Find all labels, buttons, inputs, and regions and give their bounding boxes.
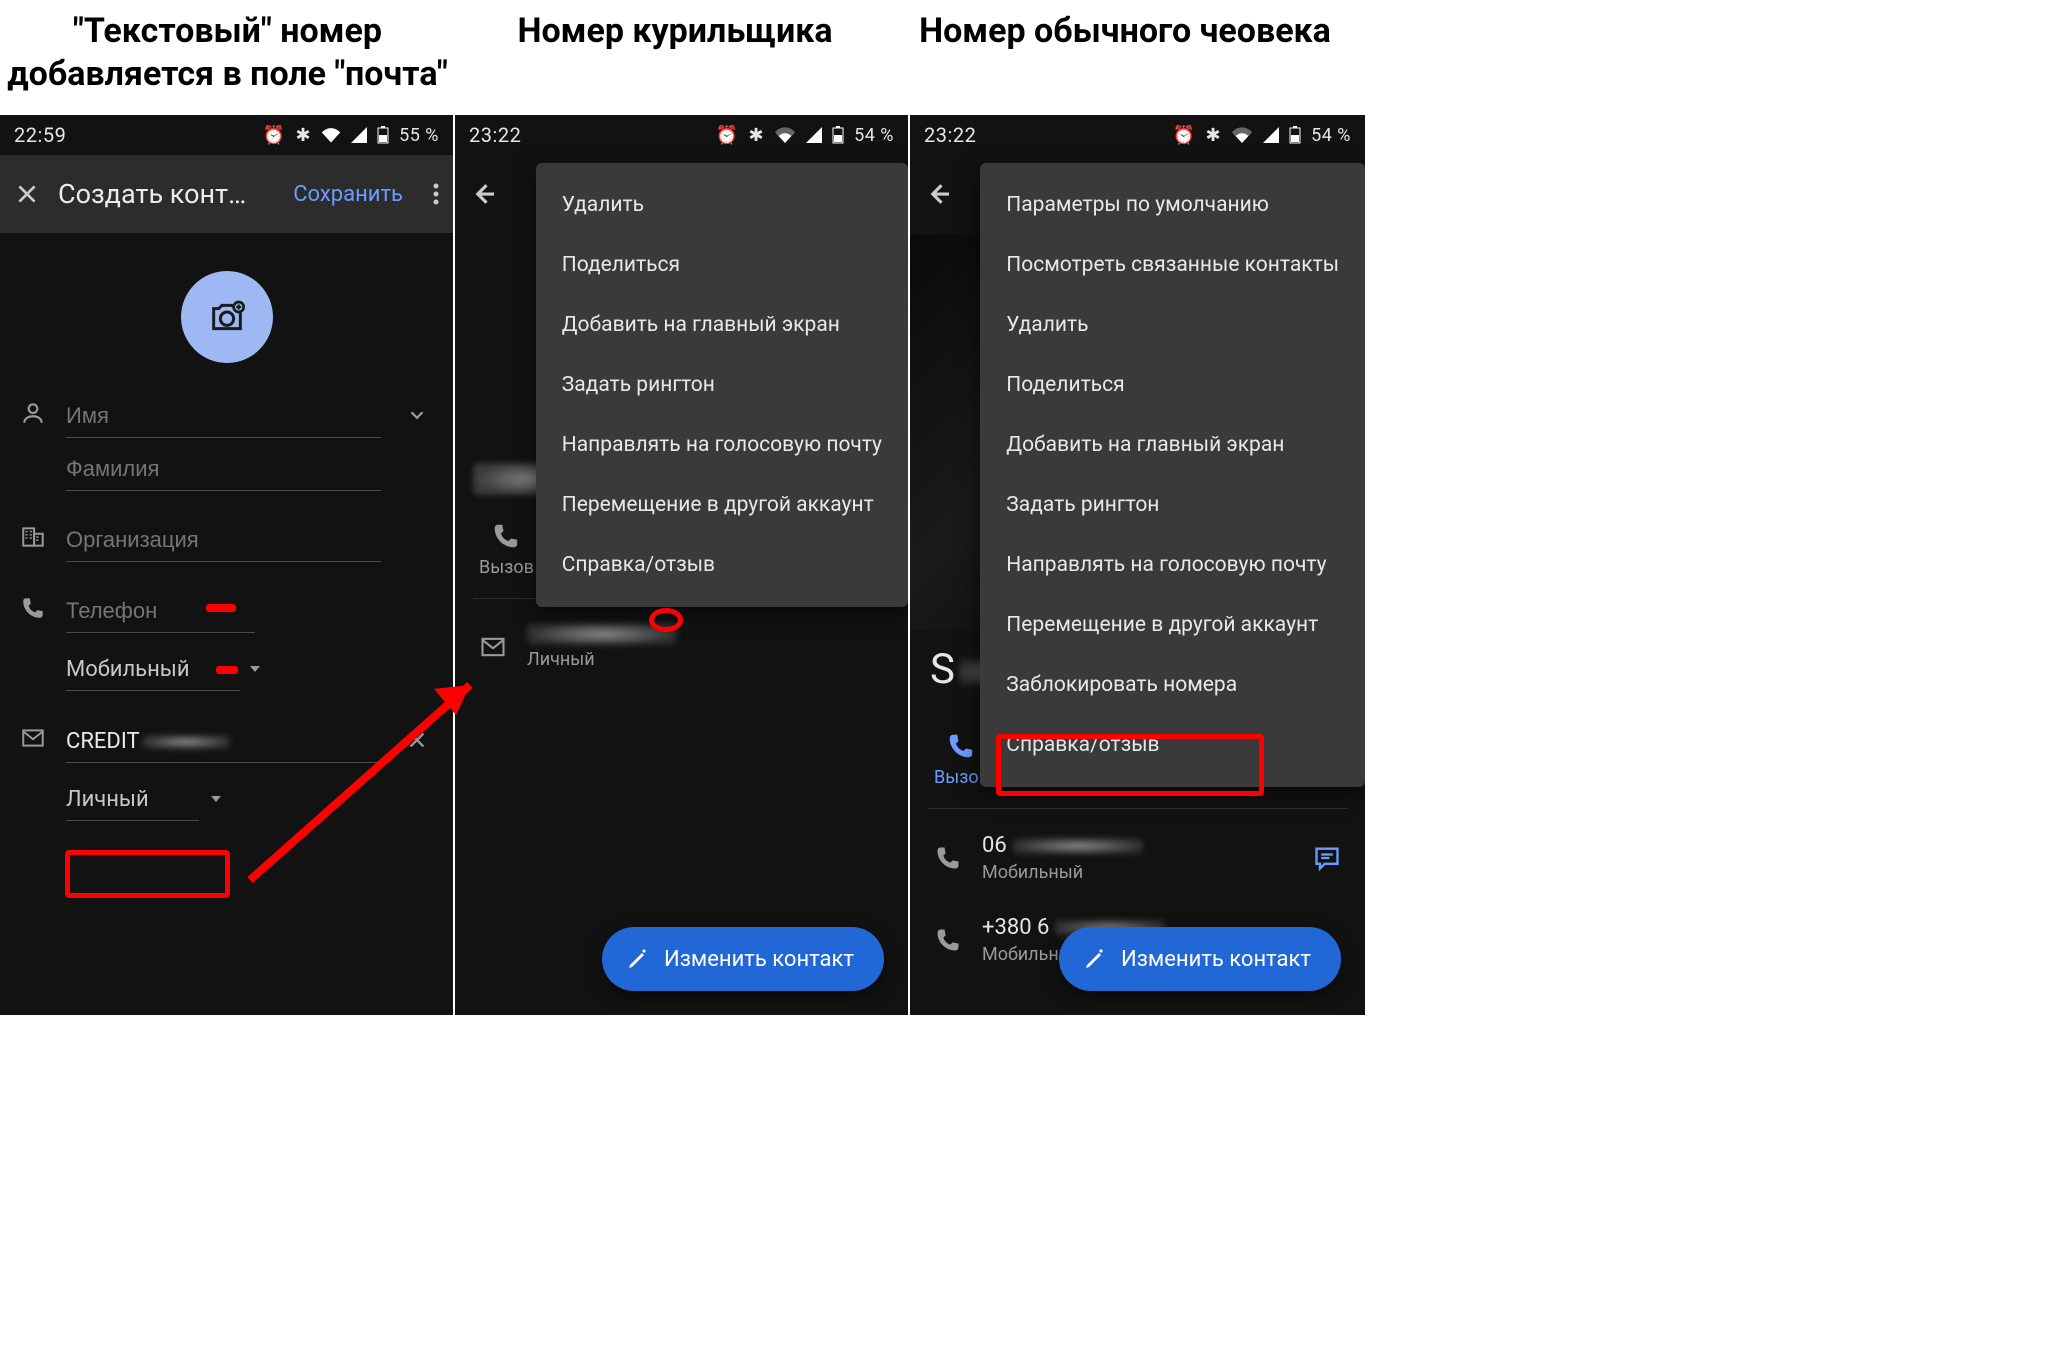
dropdown-arrow-icon [248,662,262,676]
menu-help[interactable]: Справка/отзыв [980,715,1365,775]
overflow-menu: Удалить Поделиться Добавить на главный э… [536,163,908,607]
menu-defaults[interactable]: Параметры по умолчанию [980,175,1365,235]
battery-percent: 54 % [854,125,894,146]
bluetooth-icon: ✱ [749,125,765,146]
caption-3: Номер обычного чеовека [895,10,1355,53]
menu-add-home[interactable]: Добавить на главный экран [536,295,908,355]
email-type: Личный [527,649,677,670]
menu-voicemail[interactable]: Направлять на голосовую почту [536,415,908,475]
menu-ringtone[interactable]: Задать рингтон [980,475,1365,535]
menu-move-account[interactable]: Перемещение в другой аккаунт [980,595,1365,655]
edit-contact-fab[interactable]: Изменить контакт [602,927,884,991]
dropdown-arrow-icon [209,792,223,806]
email-type-dropdown[interactable]: Личный [0,771,453,829]
status-bar: 22:59 ⏰ ✱ 55 % [0,115,453,155]
battery-percent: 55 % [399,125,439,146]
org-field[interactable] [66,517,381,562]
alarm-icon: ⏰ [263,125,286,146]
message-icon[interactable] [1313,844,1341,872]
phone-row-1[interactable]: 06 Мобильный [928,817,1347,899]
bluetooth-icon: ✱ [1206,125,1222,146]
annotation-scribble [216,666,238,674]
phone-icon [18,595,48,633]
email-value-redacted [527,623,677,645]
menu-share[interactable]: Поделиться [980,355,1365,415]
battery-icon [1289,126,1301,144]
phone-type: Мобильный [982,862,1293,883]
cell-icon [1263,127,1279,143]
mail-icon [479,633,507,661]
close-icon[interactable] [14,181,40,207]
wifi-icon [1231,127,1253,143]
chevron-down-icon[interactable] [399,404,435,438]
annotation-scribble [206,604,236,612]
status-time: 23:22 [469,123,521,147]
menu-ringtone[interactable]: Задать рингтон [536,355,908,415]
surname-field[interactable] [66,446,381,491]
person-icon [18,400,48,438]
overflow-icon[interactable] [433,183,439,205]
menu-delete[interactable]: Удалить [980,295,1365,355]
app-bar: Создать конт… Сохранить [0,155,453,233]
pencil-icon [626,947,650,971]
edit-contact-fab[interactable]: Изменить контакт [1059,927,1341,991]
wifi-icon [774,127,796,143]
menu-move-account[interactable]: Перемещение в другой аккаунт [536,475,908,535]
status-time: 22:59 [14,123,66,147]
save-button[interactable]: Сохранить [293,182,403,207]
status-bar: 23:22 ⏰ ✱ 54 % [455,115,908,155]
phone-icon [934,926,962,954]
bluetooth-icon: ✱ [296,125,312,146]
wifi-icon [321,127,341,143]
cell-icon [351,127,367,143]
clear-icon[interactable] [399,729,435,763]
building-icon [18,524,48,562]
menu-help[interactable]: Справка/отзыв [536,535,908,595]
pencil-icon [1083,947,1107,971]
alarm-icon: ⏰ [1173,125,1196,146]
menu-delete[interactable]: Удалить [536,175,908,235]
screenshot-normal-contact: 23:22 ⏰ ✱ 54 % S Вызов [910,115,1365,1015]
alarm-icon: ⏰ [716,125,739,146]
status-time: 23:22 [924,123,976,147]
battery-icon [832,126,844,144]
email-field[interactable]: CREDIT [66,719,381,763]
back-icon[interactable] [469,179,499,209]
screenshot-create-contact: 22:59 ⏰ ✱ 55 % Создать конт… Сохранить [0,115,455,1015]
status-bar: 23:22 ⏰ ✱ 54 % [910,115,1365,155]
battery-icon [377,126,389,144]
mail-icon [18,725,48,763]
call-action[interactable]: Вызов [479,521,534,578]
menu-share[interactable]: Поделиться [536,235,908,295]
name-field[interactable] [66,393,381,438]
menu-linked-contacts[interactable]: Посмотреть связанные контакты [980,235,1365,295]
battery-percent: 54 % [1311,125,1351,146]
phone-icon [934,844,962,872]
phone-type-dropdown[interactable]: Мобильный [0,641,453,699]
caption-1: "Текстовый" номер добавляется в поле "по… [0,10,455,95]
app-title: Создать конт… [58,178,275,210]
screenshot-text-number-contact: 23:22 ⏰ ✱ 54 % Вызов [455,115,910,1015]
menu-block-numbers[interactable]: Заблокировать номера [980,655,1365,715]
add-photo-button[interactable] [181,271,273,363]
email-row[interactable]: Личный [473,607,890,686]
cell-icon [806,127,822,143]
back-icon[interactable] [924,179,954,209]
overflow-menu: Параметры по умолчанию Посмотреть связан… [980,163,1365,787]
menu-voicemail[interactable]: Направлять на голосовую почту [980,535,1365,595]
caption-2: Номер курильщика [455,10,895,53]
menu-add-home[interactable]: Добавить на главный экран [980,415,1365,475]
